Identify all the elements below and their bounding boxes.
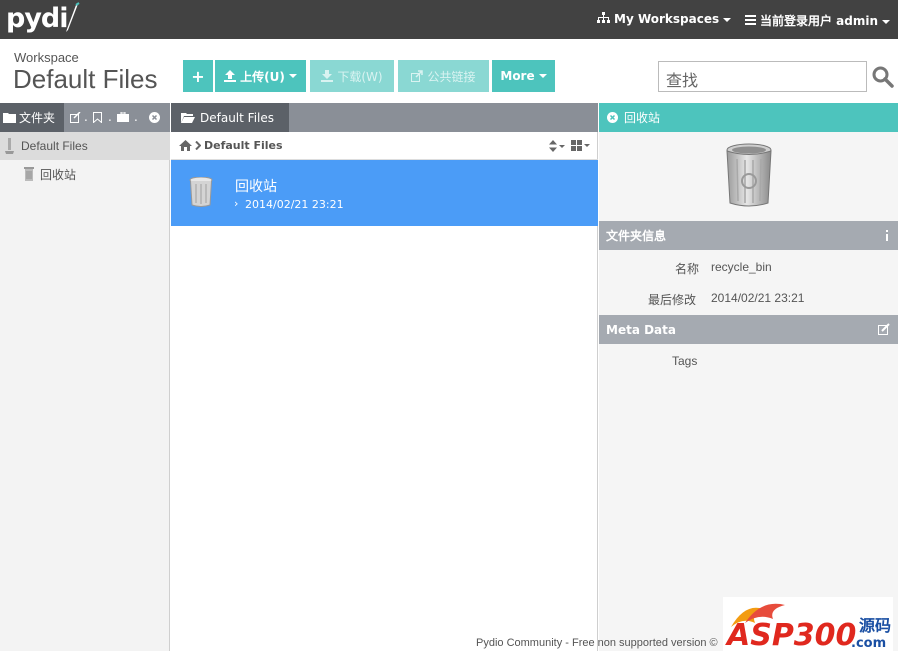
file-meta-chevron: › — [234, 197, 239, 210]
tab-default-files-label: Default Files — [200, 110, 274, 125]
folder-info-header: 文件夹信息 — [599, 221, 898, 250]
upload-button[interactable]: 上传(U) — [215, 60, 306, 92]
download-label: 下载(W) — [337, 69, 383, 84]
tags-label: Tags — [672, 354, 698, 368]
plus-icon: + — [191, 66, 205, 86]
pydio-logo[interactable]: pydi — [6, 3, 69, 34]
workspace-label: Workspace — [14, 50, 79, 65]
tab-folders-label: 文件夹 — [19, 111, 56, 125]
tab-default-files[interactable]: Default Files — [171, 103, 289, 132]
file-list-pane: Default Files 回收站 › 2014/02/21 23:21 — [171, 132, 598, 651]
sort-icon[interactable] — [549, 140, 565, 152]
modified-label: 最后修改 — [648, 293, 697, 307]
view-grid-icon[interactable] — [571, 140, 591, 152]
watermark-text: ASP300 — [725, 618, 856, 651]
recycle-bin-large-icon — [726, 143, 772, 207]
footer-text: Pydio Community - Free non supported ver… — [476, 637, 718, 649]
tab-separator: . — [134, 110, 138, 124]
more-label: More — [500, 69, 535, 83]
right-panel-header: 回收站 — [599, 103, 898, 132]
info-pane: 文件夹信息 名称 recycle_bin 最后修改 2014/02/21 23:… — [599, 132, 898, 651]
close-circle-icon[interactable] — [149, 112, 160, 123]
watermark-domain: .com — [851, 636, 886, 651]
download-button[interactable]: 下载(W) — [310, 60, 394, 92]
chevron-right-icon — [195, 141, 201, 150]
trash-icon — [24, 167, 34, 181]
folder-open-icon — [181, 113, 195, 123]
briefcase-icon[interactable] — [117, 112, 129, 122]
name-value: recycle_bin — [711, 260, 772, 274]
file-row-recycle-bin[interactable]: 回收站 › 2014/02/21 23:21 — [171, 160, 598, 226]
chevron-down-icon — [538, 74, 547, 78]
close-circle-icon[interactable] — [607, 112, 618, 123]
tab-separator: . — [108, 110, 112, 124]
home-icon[interactable] — [179, 140, 192, 151]
tree-item-recycle-bin[interactable]: 回收站 — [0, 160, 170, 188]
file-modified: 2014/02/21 23:21 — [245, 198, 344, 211]
tab-folders[interactable]: 文件夹 — [0, 103, 64, 132]
meta-data-heading: Meta Data — [606, 322, 676, 337]
name-label: 名称 — [675, 262, 700, 276]
tab-separator: . — [84, 110, 88, 124]
my-workspaces-menu[interactable]: My Workspaces — [597, 12, 732, 26]
search-placeholder: 查找 — [666, 71, 699, 90]
upload-label: 上传(U) — [240, 69, 285, 84]
public-link-button[interactable]: 公共链接 — [398, 60, 489, 92]
file-name: 回收站 — [235, 179, 277, 195]
sitemap-icon — [597, 12, 610, 23]
chevron-down-icon — [288, 74, 297, 78]
top-bar: pydi My Workspaces 当前登录用户 admin — [0, 0, 898, 39]
download-icon — [321, 70, 334, 82]
logo-pen-icon — [66, 2, 80, 32]
chevron-down-icon — [882, 19, 891, 24]
chevron-down-icon — [723, 17, 732, 22]
info-icon[interactable] — [885, 230, 889, 241]
right-panel-title: 回收站 — [624, 111, 661, 125]
folder-tree-pane: Default Files 回收站 — [0, 132, 170, 651]
repository-icon — [5, 138, 14, 154]
user-menu[interactable]: 当前登录用户 admin — [745, 12, 891, 29]
watermark-flame-icon: ASP300 源码 .com — [725, 603, 891, 651]
tree-item-label: 回收站 — [40, 167, 77, 182]
modified-value: 2014/02/21 23:21 — [711, 291, 805, 305]
breadcrumb: Default Files — [171, 132, 598, 160]
workspace-title: Default Files — [13, 64, 158, 94]
upload-icon — [224, 70, 237, 82]
bookmark-icon[interactable] — [93, 112, 102, 123]
edit-icon[interactable] — [878, 323, 890, 335]
search-input[interactable]: 查找 — [658, 61, 867, 92]
more-button[interactable]: More — [492, 60, 555, 92]
tree-item-label: Default Files — [21, 139, 88, 153]
my-workspaces-label: My Workspaces — [614, 12, 720, 26]
search-icon[interactable] — [872, 66, 894, 88]
tree-item-default-files[interactable]: Default Files — [0, 132, 170, 160]
watermark-logo: ASP300 源码 .com — [723, 597, 893, 651]
menu-lines-icon — [745, 15, 756, 25]
share-icon — [411, 70, 424, 82]
shared-icon[interactable] — [70, 112, 81, 123]
new-button[interactable]: + — [183, 60, 213, 92]
watermark-sub: 源码 — [859, 616, 891, 635]
breadcrumb-label[interactable]: Default Files — [204, 139, 283, 152]
folder-icon — [3, 113, 16, 123]
meta-data-header: Meta Data — [599, 315, 898, 344]
user-label: 当前登录用户 admin — [760, 14, 879, 28]
folder-info-heading: 文件夹信息 — [606, 229, 667, 243]
public-link-label: 公共链接 — [427, 69, 476, 84]
trash-icon — [189, 177, 213, 207]
